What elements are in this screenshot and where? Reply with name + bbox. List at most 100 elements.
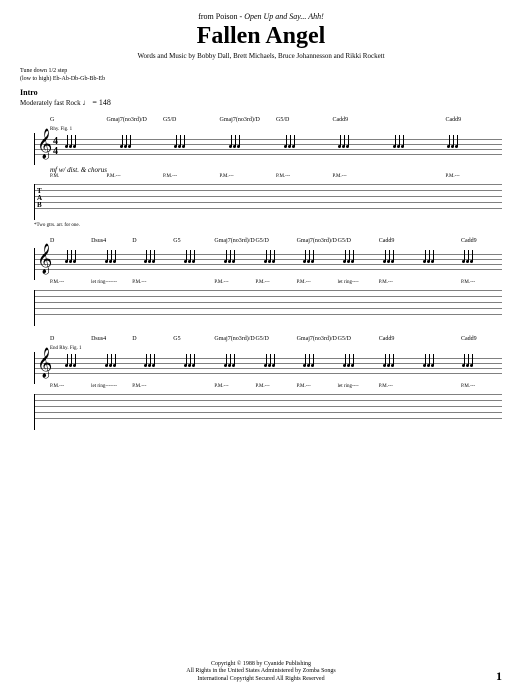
tab-column bbox=[393, 184, 448, 214]
notehead-icon bbox=[152, 260, 155, 263]
notehead-icon bbox=[307, 260, 310, 263]
notehead-icon bbox=[229, 145, 232, 148]
chord-symbol: G5/D bbox=[163, 117, 220, 127]
tablature-staff bbox=[34, 290, 502, 326]
notehead-icon bbox=[347, 260, 350, 263]
notehead-icon bbox=[284, 145, 287, 148]
note-group bbox=[264, 250, 304, 278]
notehead-icon bbox=[268, 364, 271, 367]
note-group bbox=[447, 135, 502, 163]
effect-label: P.M.--- bbox=[461, 384, 502, 392]
notehead-icon bbox=[174, 145, 177, 148]
tuning-block: Tune down 1/2 step (low to high) Eb-Ab-D… bbox=[20, 68, 502, 84]
notehead-icon bbox=[73, 364, 76, 367]
tuning-line-2: (low to high) Eb-Ab-Db-Gb-Bb-Eb bbox=[20, 76, 502, 84]
treble-clef-icon: 𝄞 bbox=[37, 131, 52, 157]
chord-symbol: Dsus4 bbox=[91, 336, 132, 346]
tab-column bbox=[144, 290, 184, 320]
rhythm-figure-label: End Rhy. Fig. 1 bbox=[20, 346, 502, 351]
notehead-icon bbox=[466, 364, 469, 367]
note-group bbox=[105, 250, 145, 278]
note-group bbox=[144, 354, 184, 382]
tab-column bbox=[105, 394, 145, 424]
notehead-icon bbox=[397, 145, 400, 148]
notehead-icon bbox=[431, 364, 434, 367]
notehead-icon bbox=[466, 260, 469, 263]
notehead-icon bbox=[178, 145, 181, 148]
notehead-icon bbox=[343, 260, 346, 263]
notehead-icon bbox=[128, 145, 131, 148]
tempo-marking: Moderately fast Rock ♩ = 148 bbox=[20, 98, 502, 107]
note-group bbox=[393, 135, 448, 163]
notehead-icon bbox=[228, 260, 231, 263]
chord-symbol: G5/D bbox=[338, 336, 379, 346]
tab-numbers-row bbox=[65, 290, 502, 320]
tab-column bbox=[462, 394, 502, 424]
notehead-icon bbox=[69, 260, 72, 263]
note-group bbox=[338, 135, 393, 163]
effect-label: P.M.--- bbox=[214, 280, 255, 288]
notehead-icon bbox=[152, 364, 155, 367]
chord-symbol: Gmaj7(no3rd)/D bbox=[297, 238, 338, 248]
effect-label bbox=[173, 384, 214, 392]
notehead-icon bbox=[184, 364, 187, 367]
chord-row: DDsus4DG5Gmaj7(no3rd)/DG5/DGmaj7(no3rd)/… bbox=[20, 238, 502, 248]
notehead-icon bbox=[427, 260, 430, 263]
effect-label: P.M.--- bbox=[297, 280, 338, 288]
chord-symbol: Cadd9 bbox=[461, 336, 502, 346]
tab-column bbox=[229, 184, 284, 214]
effect-label: P.M.--- bbox=[255, 280, 296, 288]
tablature-staff bbox=[34, 394, 502, 430]
notehead-icon bbox=[346, 145, 349, 148]
chord-symbol bbox=[389, 117, 446, 127]
notes-row bbox=[65, 135, 502, 163]
effect-label: P.M.--- bbox=[297, 384, 338, 392]
tab-column bbox=[343, 290, 383, 320]
effect-label: P.M.--- bbox=[214, 384, 255, 392]
note-group bbox=[462, 250, 502, 278]
chord-symbol: Gmaj7(no3rd)/D bbox=[220, 117, 277, 127]
tempo-text: Moderately fast Rock bbox=[20, 99, 81, 107]
note-group bbox=[174, 135, 229, 163]
notehead-icon bbox=[307, 364, 310, 367]
tab-column bbox=[224, 394, 264, 424]
notation-staff: 𝄞 bbox=[34, 352, 502, 384]
note-group bbox=[65, 354, 105, 382]
notehead-icon bbox=[383, 260, 386, 263]
notehead-icon bbox=[65, 364, 68, 367]
effect-label: P.M.--- bbox=[50, 384, 91, 392]
effect-label: let ring------- bbox=[91, 384, 132, 392]
tab-column bbox=[338, 184, 393, 214]
note-group bbox=[224, 250, 264, 278]
note-group bbox=[184, 250, 224, 278]
effects-row: P.M.P.M.---P.M.---P.M.---P.M.---P.M.---P… bbox=[20, 174, 502, 182]
album-title: Open Up and Say... Ahh! bbox=[244, 12, 324, 21]
notation-staff: 𝄞 bbox=[34, 248, 502, 280]
notehead-icon bbox=[192, 364, 195, 367]
tab-column bbox=[105, 290, 145, 320]
notehead-icon bbox=[391, 260, 394, 263]
notehead-icon bbox=[455, 145, 458, 148]
treble-clef-icon: 𝄞 bbox=[37, 350, 52, 376]
notehead-icon bbox=[109, 260, 112, 263]
note-group bbox=[462, 354, 502, 382]
tab-column bbox=[224, 290, 264, 320]
notehead-icon bbox=[65, 145, 68, 148]
chord-symbol: D bbox=[132, 238, 173, 248]
notehead-icon bbox=[347, 364, 350, 367]
notehead-icon bbox=[113, 364, 116, 367]
chord-symbol: Gmaj7(no3rd)/D bbox=[107, 117, 164, 127]
chord-symbol: Dsus4 bbox=[91, 238, 132, 248]
notehead-icon bbox=[427, 364, 430, 367]
notehead-icon bbox=[311, 364, 314, 367]
notehead-icon bbox=[303, 260, 306, 263]
tab-column bbox=[284, 184, 339, 214]
notehead-icon bbox=[69, 145, 72, 148]
tab-column bbox=[303, 290, 343, 320]
effect-label bbox=[420, 280, 461, 288]
chord-symbol: G bbox=[50, 117, 107, 127]
chord-symbol: G5/D bbox=[276, 117, 333, 127]
treble-clef-icon: 𝄞 bbox=[37, 246, 52, 272]
tab-column bbox=[65, 394, 105, 424]
notehead-icon bbox=[470, 260, 473, 263]
